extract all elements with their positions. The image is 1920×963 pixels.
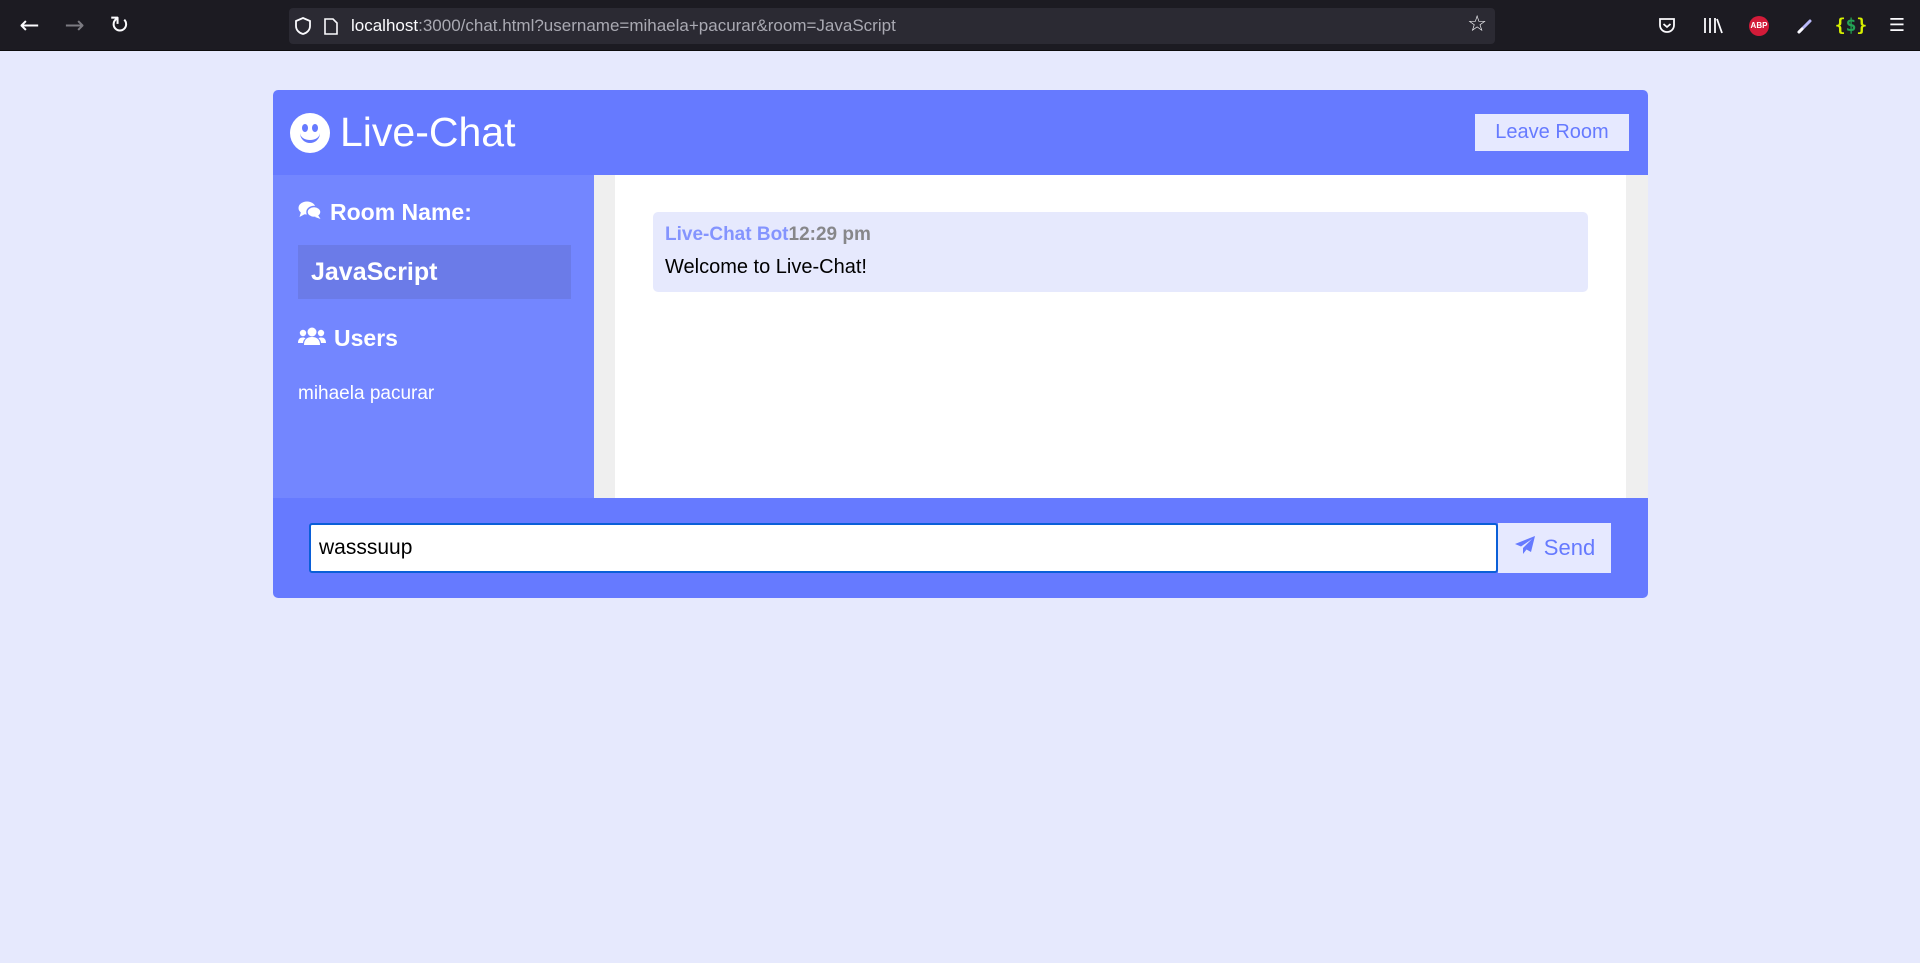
room-heading: Room Name: [298, 199, 569, 226]
json-icon[interactable]: {$} [1828, 0, 1874, 51]
chat-main: Room Name: JavaScript Users mihaela pacu… [273, 175, 1648, 498]
message-username: Live-Chat Bot [665, 224, 789, 245]
message-time: 12:29 pm [788, 224, 871, 245]
room-heading-label: Room Name: [330, 199, 472, 225]
room-name: JavaScript [298, 245, 571, 299]
back-icon[interactable]: ← [7, 0, 52, 51]
users-icon [298, 326, 326, 352]
comments-icon [298, 200, 322, 226]
reload-icon[interactable]: ↻ [97, 0, 142, 51]
toolbar-extensions: ABP {$} ☰ [1644, 0, 1920, 51]
message-input[interactable] [309, 523, 1498, 573]
chat-container: Live-Chat Leave Room Room Name: JavaScri… [273, 90, 1648, 598]
url-path: :3000/chat.html?username=mihaela+pacurar… [418, 16, 896, 35]
url-host: localhost [351, 16, 419, 35]
message-meta: Live-Chat Bot12:29 pm [665, 224, 1576, 246]
adblock-icon[interactable]: ABP [1736, 0, 1782, 51]
chat-form: Send [273, 498, 1648, 598]
users-heading: Users [298, 325, 569, 352]
pocket-icon[interactable] [1644, 0, 1690, 51]
message-text: Welcome to Live-Chat! [665, 256, 867, 278]
send-button[interactable]: Send [1498, 523, 1611, 573]
adblock-label: ABP [1749, 15, 1769, 36]
menu-icon[interactable]: ☰ [1874, 0, 1920, 51]
chat-header: Live-Chat Leave Room [273, 90, 1648, 175]
address-bar[interactable]: localhost:3000/chat.html?username=mihael… [289, 8, 1495, 44]
send-button-label: Send [1543, 535, 1596, 560]
app-title: Live-Chat [340, 109, 516, 155]
user-list-item: mihaela pacurar [298, 383, 435, 404]
forward-icon[interactable]: → [52, 0, 97, 51]
chat-messages: Live-Chat Bot12:29 pm Welcome to Live-Ch… [615, 175, 1626, 498]
chat-sidebar: Room Name: JavaScript Users mihaela pacu… [273, 175, 594, 498]
messages-scroll-area[interactable]: Live-Chat Bot12:29 pm Welcome to Live-Ch… [594, 175, 1648, 498]
url-text[interactable]: localhost:3000/chat.html?username=mihael… [351, 16, 896, 36]
paper-plane-icon [1514, 535, 1536, 561]
eyedropper-icon[interactable] [1782, 0, 1828, 51]
library-icon[interactable] [1690, 0, 1736, 51]
page-icon[interactable] [317, 17, 345, 35]
message: Live-Chat Bot12:29 pm Welcome to Live-Ch… [653, 212, 1588, 292]
logo: Live-Chat [290, 109, 515, 156]
leave-room-button[interactable]: Leave Room [1475, 114, 1629, 151]
smile-icon [290, 112, 330, 153]
user-list: mihaela pacurar [298, 383, 569, 405]
shield-icon[interactable] [289, 17, 317, 35]
users-heading-label: Users [334, 325, 398, 351]
bookmark-star-icon[interactable]: ☆ [1467, 12, 1487, 37]
browser-toolbar: ← → ↻ localhost:3000/chat.html?username=… [0, 0, 1920, 51]
